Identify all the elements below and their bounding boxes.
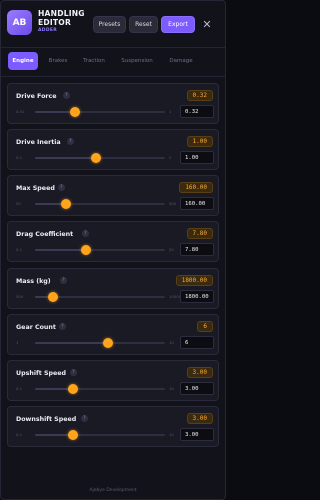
value-input[interactable]	[180, 336, 214, 349]
presets-button[interactable]: Presets	[93, 16, 126, 33]
slider-thumb[interactable]	[61, 199, 72, 209]
app-logo: AB	[7, 10, 32, 35]
field-card: Gear Count? 6 1 10	[7, 314, 219, 355]
help-icon[interactable]: ?	[58, 184, 65, 191]
export-button[interactable]: Export	[161, 16, 195, 33]
field-card: Drive Inertia? 1.00 0.1 2	[7, 129, 219, 170]
app-title: HANDLING EDITOR	[38, 9, 85, 27]
tab-damage[interactable]: Damage	[164, 52, 198, 70]
slider-fill	[35, 111, 76, 113]
field-label: Drive Inertia	[16, 139, 61, 146]
slider-max-label: 500	[169, 201, 177, 206]
slider-min-label: 1	[16, 340, 19, 345]
slider-thumb[interactable]	[80, 245, 91, 255]
value-badge: 3.00	[186, 413, 213, 424]
slider-max-label: 2	[169, 155, 172, 160]
slider-min-label: 500	[16, 294, 24, 299]
tab-engine[interactable]: Engine	[8, 52, 38, 70]
slider-track[interactable]	[35, 107, 165, 117]
tab-suspension[interactable]: Suspension	[116, 52, 158, 70]
slider-track[interactable]	[35, 245, 165, 255]
field-label: Max Speed	[16, 185, 55, 192]
field-card: Downshift Speed? 3.00 0.1 10	[7, 406, 219, 447]
tab-brakes[interactable]: Brakes	[44, 52, 72, 70]
slider-fill	[35, 157, 97, 159]
value-badge: 160.00	[179, 182, 213, 193]
help-icon[interactable]: ?	[70, 369, 77, 376]
slider-thumb[interactable]	[70, 107, 81, 117]
field-label: Mass (kg)	[16, 278, 51, 285]
value-input[interactable]	[180, 197, 214, 210]
tab-traction[interactable]: Traction	[78, 52, 110, 70]
value-badge: 1800.00	[175, 275, 213, 286]
slider-track[interactable]	[35, 292, 165, 302]
tabs-divider	[1, 76, 225, 77]
value-input[interactable]	[180, 105, 214, 118]
field-label: Drag Coefficient	[16, 231, 74, 238]
slider-thumb[interactable]	[102, 338, 113, 348]
slider-track[interactable]	[35, 153, 165, 163]
value-badge: 0.32	[186, 90, 213, 101]
value-input[interactable]	[180, 382, 214, 395]
vehicle-name: ADDER	[38, 28, 57, 33]
slider-track[interactable]	[35, 199, 165, 209]
field-label: Drive Force	[16, 93, 57, 100]
slider-track[interactable]	[35, 338, 165, 348]
help-icon[interactable]: ?	[59, 323, 66, 330]
slider-fill	[35, 342, 108, 344]
value-input[interactable]	[180, 243, 214, 256]
field-card: Drag Coefficient? 7.80 0.1 20	[7, 221, 219, 262]
slider-min-label: 0.1	[16, 247, 23, 252]
footer-credit: Ajebye Development	[89, 488, 137, 493]
help-icon[interactable]: ?	[67, 138, 74, 145]
slider-max-label: 1	[169, 109, 172, 114]
slider-thumb[interactable]	[48, 292, 59, 302]
help-icon[interactable]: ?	[82, 230, 89, 237]
slider-thumb[interactable]	[91, 153, 102, 163]
slider-thumb[interactable]	[67, 384, 78, 394]
field-card: Drive Force? 0.32 0.01 1	[7, 83, 219, 124]
field-card: Max Speed? 160.00 50 500	[7, 175, 219, 216]
value-input[interactable]	[180, 151, 214, 164]
field-label: Gear Count	[16, 324, 56, 331]
field-label: Downshift Speed	[16, 416, 77, 423]
help-icon[interactable]: ?	[81, 415, 88, 422]
slider-track[interactable]	[35, 384, 165, 394]
handling-editor-panel: AB HANDLING EDITOR ADDER Presets Reset E…	[0, 0, 226, 500]
value-input[interactable]	[180, 290, 214, 303]
slider-min-label: 0.1	[16, 386, 23, 391]
value-badge: 7.80	[186, 228, 213, 239]
slider-thumb[interactable]	[67, 430, 78, 440]
close-icon[interactable]: ✕	[200, 16, 214, 33]
slider-max-label: 10	[169, 386, 174, 391]
reset-button[interactable]: Reset	[129, 16, 158, 33]
slider-max-label: 20	[169, 247, 174, 252]
header-divider	[1, 47, 225, 48]
slider-min-label: 50	[16, 201, 21, 206]
slider-track[interactable]	[35, 430, 165, 440]
field-card: Upshift Speed? 3.00 0.1 10	[7, 360, 219, 401]
field-card: Mass (kg)? 1800.00 500 10000	[7, 268, 219, 309]
header: AB HANDLING EDITOR ADDER Presets Reset E…	[1, 1, 225, 47]
help-icon[interactable]: ?	[63, 92, 70, 99]
slider-max-label: 10	[169, 432, 174, 437]
slider-min-label: 0.01	[16, 109, 25, 114]
value-badge: 6	[197, 321, 213, 332]
slider-fill	[35, 249, 86, 251]
value-badge: 3.00	[186, 367, 213, 378]
tab-bar: Engine Brakes Traction Suspension Damage	[6, 52, 220, 72]
slider-min-label: 0.1	[16, 155, 23, 160]
field-label: Upshift Speed	[16, 370, 67, 377]
value-badge: 1.00	[186, 136, 213, 147]
slider-min-label: 0.1	[16, 432, 23, 437]
value-input[interactable]	[180, 428, 214, 441]
help-icon[interactable]: ?	[60, 277, 67, 284]
slider-max-label: 10	[169, 340, 174, 345]
